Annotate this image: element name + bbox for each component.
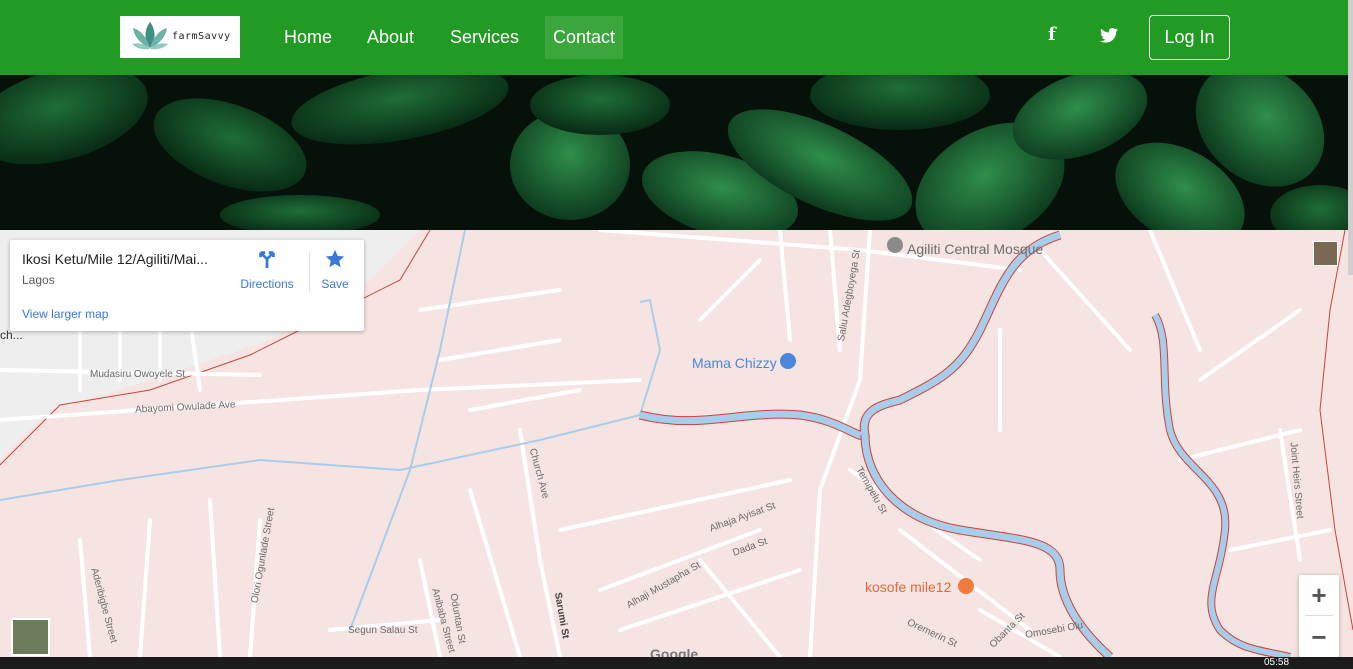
street-label: Segun Salau St [348, 625, 418, 636]
google-logo: Google [650, 646, 699, 657]
zoom-in-button[interactable]: + [1299, 575, 1339, 615]
place-title: Ikosi Ketu/Mile 12/Agiliti/Mai... [22, 251, 208, 267]
logo-text: farmSavvy [172, 31, 231, 42]
store-pin-icon[interactable] [780, 353, 796, 369]
poi-store-label[interactable]: Mama Chizzy [692, 355, 777, 371]
satellite-toggle[interactable] [11, 618, 50, 656]
taskbar-clock: 05:58 [1264, 657, 1290, 668]
poi-restaurant-label[interactable]: kosofe mile12 [865, 579, 951, 595]
facebook-icon[interactable]: f [1048, 24, 1056, 45]
embedded-map[interactable]: Mudasiru Owoyele St Abayomi Owulade Ave … [0, 230, 1353, 657]
pegman-avatar[interactable] [1313, 241, 1338, 266]
zoom-divider [1305, 615, 1333, 616]
leaves-image [0, 75, 1353, 230]
place-info-card: Ikosi Ketu/Mile 12/Agiliti/Mai... Lagos … [10, 240, 364, 331]
star-icon [325, 249, 345, 268]
twitter-icon[interactable] [1100, 27, 1118, 48]
logo[interactable]: farmSavvy [120, 16, 240, 58]
directions-label: Directions [240, 277, 294, 291]
nav-services[interactable]: Services [442, 16, 527, 59]
hero-banner [0, 75, 1353, 230]
poi-mosque-label[interactable]: Agiliti Central Mosque [907, 241, 1043, 257]
directions-icon [259, 251, 275, 269]
taskbar: 05:58 [0, 657, 1353, 669]
nav-home[interactable]: Home [276, 16, 340, 59]
zoom-controls: + − [1299, 575, 1339, 657]
save-button[interactable]: Save [317, 248, 353, 291]
card-divider [309, 252, 310, 292]
restaurant-pin-icon[interactable] [958, 578, 974, 594]
nav-contact[interactable]: Contact [545, 16, 623, 59]
lotus-logo-icon [132, 22, 168, 50]
street-label: Mudasiru Owoyele St [90, 369, 186, 380]
save-label: Save [321, 277, 349, 291]
zoom-out-button[interactable]: − [1299, 617, 1339, 657]
view-larger-map-link[interactable]: View larger map [22, 307, 108, 321]
scrollbar[interactable] [1348, 0, 1353, 275]
mosque-pin-icon[interactable] [887, 237, 903, 253]
navbar: farmSavvy Home About Services Contact f … [0, 0, 1353, 75]
nav-about[interactable]: About [359, 16, 422, 59]
login-button[interactable]: Log In [1149, 15, 1230, 60]
directions-button[interactable]: Directions [236, 248, 298, 291]
place-subtitle: Lagos [22, 273, 55, 287]
